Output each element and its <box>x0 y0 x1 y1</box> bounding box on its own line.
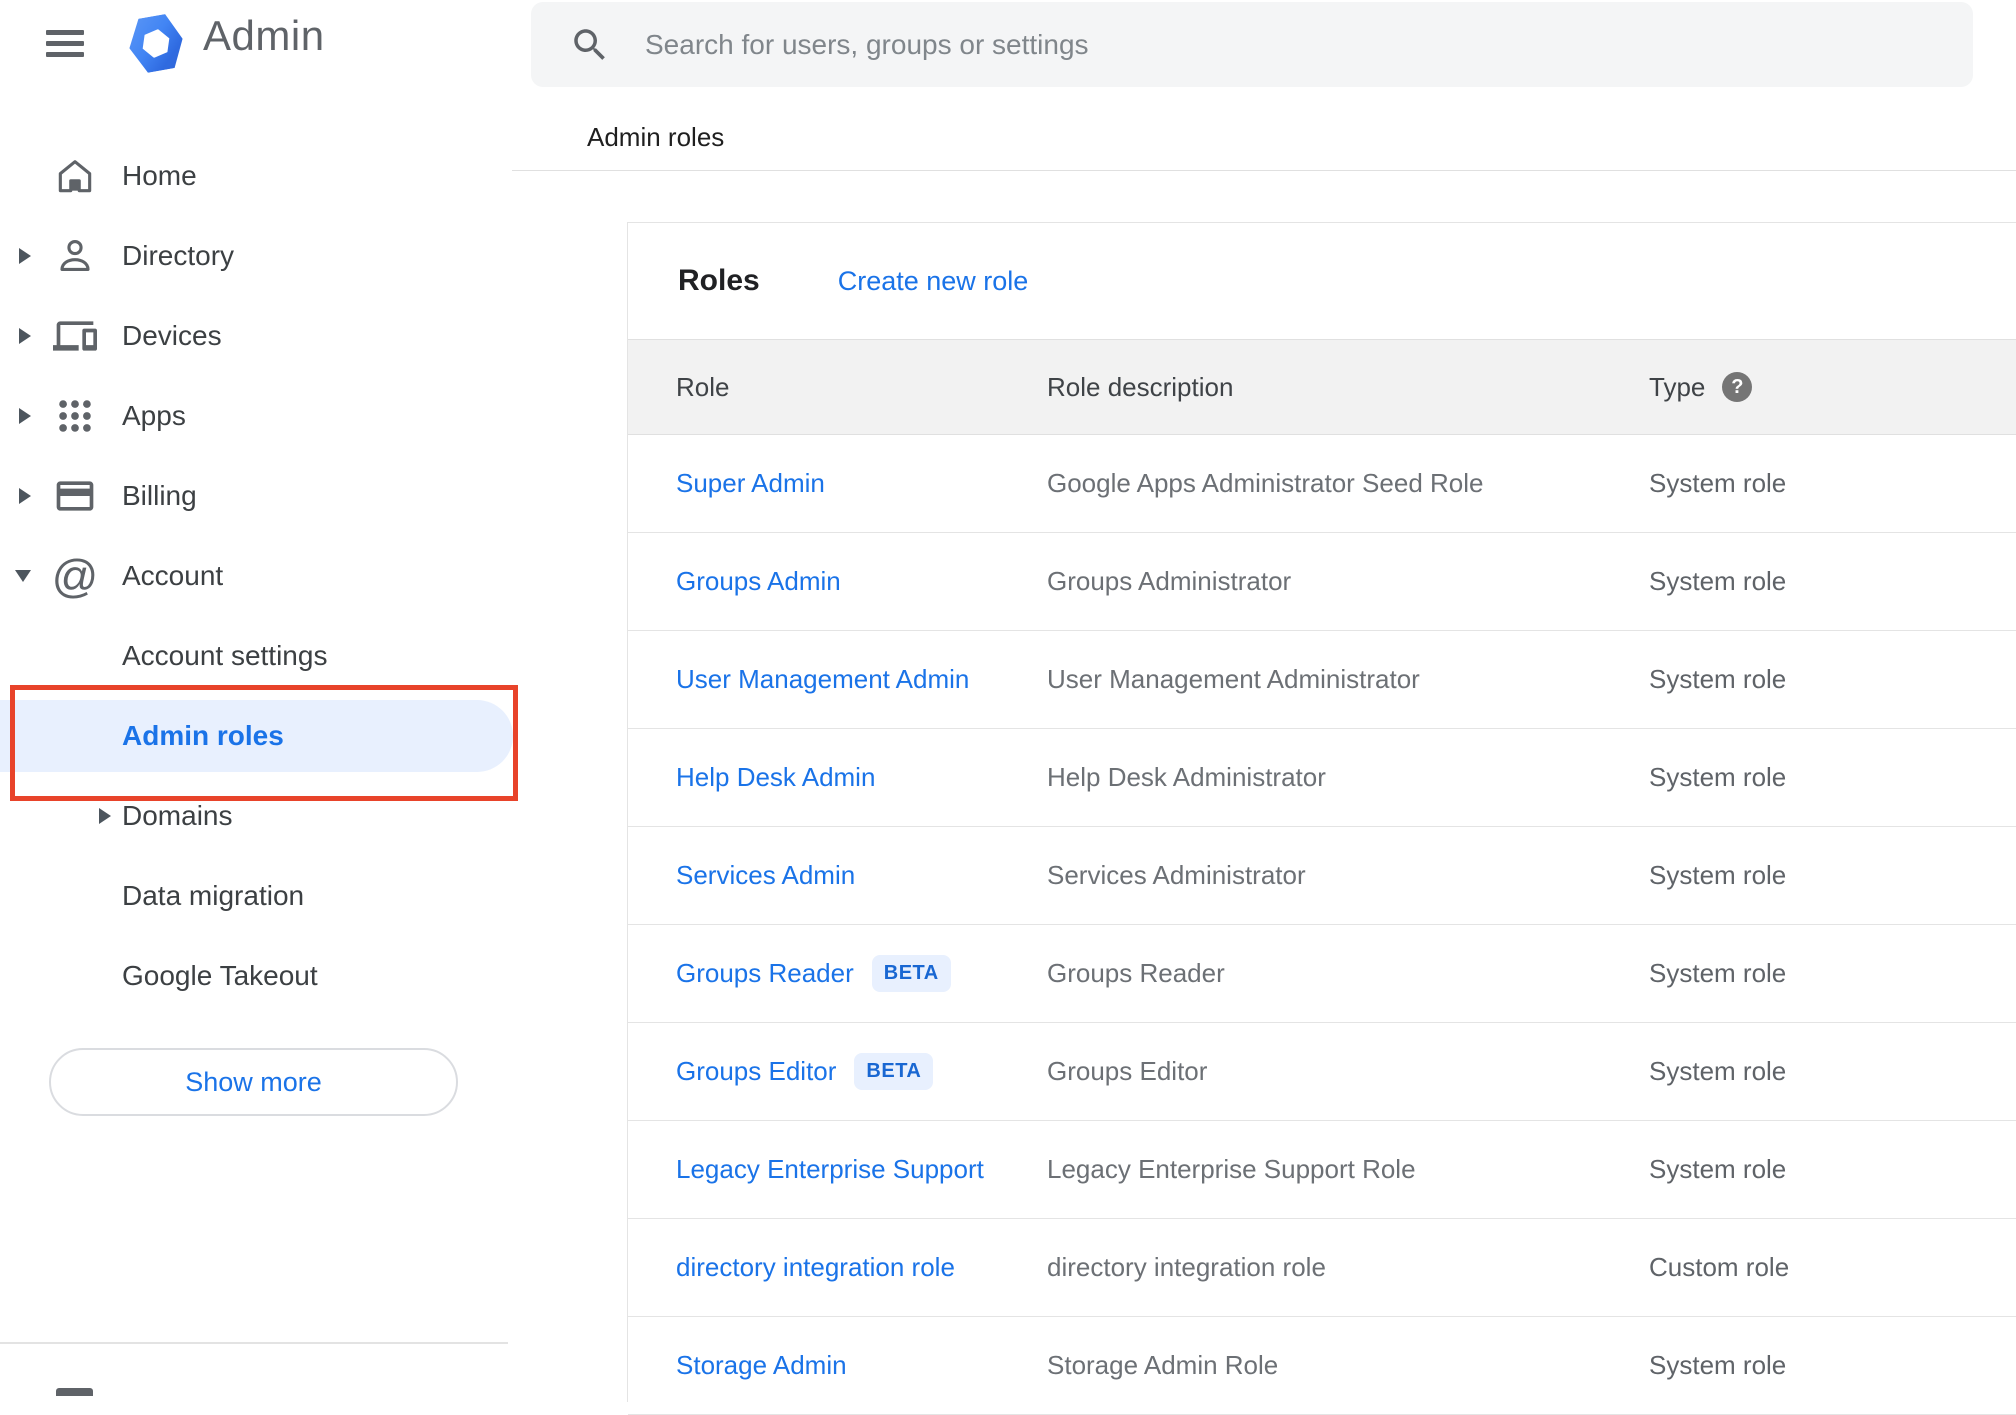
role-description: Help Desk Administrator <box>1047 762 1326 792</box>
app-title: Admin <box>203 12 325 59</box>
hamburger-menu-icon[interactable] <box>46 30 84 63</box>
sidebar-item-devices[interactable]: Devices <box>0 296 512 376</box>
role-type: System role <box>1649 762 1787 792</box>
table-row: Storage Admin Storage Admin Role System … <box>628 1317 2016 1415</box>
header-divider <box>512 170 2016 171</box>
role-description: Legacy Enterprise Support Role <box>1047 1154 1416 1184</box>
role-link[interactable]: Legacy Enterprise Support <box>676 1154 984 1185</box>
sidebar-item-apps[interactable]: Apps <box>0 376 512 456</box>
role-type: System role <box>1649 1154 1787 1184</box>
table-row: Groups Reader BETA Groups Reader System … <box>628 925 2016 1023</box>
search-bar[interactable] <box>531 2 1973 87</box>
role-description: Storage Admin Role <box>1047 1350 1279 1380</box>
table-header-row: Role Role description Type ? <box>628 339 2016 435</box>
table-row: Groups Admin Groups Administrator System… <box>628 533 2016 631</box>
role-link[interactable]: Services Admin <box>676 860 855 891</box>
beta-badge: BETA <box>871 955 951 992</box>
create-new-role-link[interactable]: Create new role <box>838 266 1029 297</box>
column-header-type: Type ? <box>1649 372 2016 403</box>
role-description: Services Administrator <box>1047 860 1306 890</box>
table-row: Groups Editor BETA Groups Editor System … <box>628 1023 2016 1121</box>
role-link[interactable]: Storage Admin <box>676 1350 847 1381</box>
sidebar-item-domains[interactable]: Domains <box>0 776 512 856</box>
roles-panel: Roles Create new role Role Role descript… <box>627 222 2016 1415</box>
sidebar-item-account-settings[interactable]: Account settings <box>0 616 512 696</box>
roles-title: Roles <box>678 264 760 297</box>
table-row: Help Desk Admin Help Desk Administrator … <box>628 729 2016 827</box>
sidebar-item-admin-roles[interactable]: Admin roles <box>0 696 513 776</box>
role-type: System role <box>1649 664 1787 694</box>
devices-icon <box>52 313 98 359</box>
sidebar-item-directory[interactable]: Directory <box>0 216 512 296</box>
role-link[interactable]: User Management Admin <box>676 664 969 695</box>
role-link[interactable]: Groups Reader <box>676 958 854 989</box>
expand-arrow-icon[interactable] <box>99 808 111 824</box>
sidebar-divider <box>0 1342 508 1344</box>
column-header-role: Role <box>676 371 730 402</box>
role-link[interactable]: Super Admin <box>676 468 825 499</box>
role-description: Groups Editor <box>1047 1056 1208 1086</box>
beta-badge: BETA <box>854 1053 934 1090</box>
role-description: directory integration role <box>1047 1252 1326 1282</box>
clipped-sidebar-icon <box>56 1388 93 1396</box>
role-link[interactable]: Groups Editor <box>676 1056 836 1087</box>
expand-arrow-icon[interactable] <box>19 328 31 344</box>
role-type: System role <box>1649 566 1787 596</box>
page-title: Admin roles <box>587 122 725 152</box>
expand-arrow-icon[interactable] <box>19 488 31 504</box>
search-input[interactable] <box>531 2 1973 87</box>
help-icon[interactable]: ? <box>1722 372 1753 402</box>
sidebar-item-home[interactable]: Home <box>0 136 512 216</box>
role-link[interactable]: directory integration role <box>676 1252 955 1283</box>
table-row: Legacy Enterprise Support Legacy Enterpr… <box>628 1121 2016 1219</box>
role-description: User Management Administrator <box>1047 664 1420 694</box>
collapse-arrow-icon[interactable] <box>15 570 31 582</box>
role-link[interactable]: Groups Admin <box>676 566 841 597</box>
role-type: System role <box>1649 958 1787 988</box>
table-row: User Management Admin User Management Ad… <box>628 631 2016 729</box>
roles-panel-header: Roles Create new role <box>628 223 2016 339</box>
google-admin-logo-icon <box>129 15 183 72</box>
role-type: System role <box>1649 1056 1787 1086</box>
sidebar-item-billing[interactable]: Billing <box>0 456 512 536</box>
expand-arrow-icon[interactable] <box>19 248 31 264</box>
role-type: Custom role <box>1649 1252 1790 1282</box>
home-icon <box>52 153 98 199</box>
role-type: System role <box>1649 860 1787 890</box>
person-icon <box>52 233 98 279</box>
column-header-description: Role description <box>1047 371 1234 402</box>
role-link[interactable]: Help Desk Admin <box>676 762 875 793</box>
table-row: Services Admin Services Administrator Sy… <box>628 827 2016 925</box>
apps-grid-icon <box>52 393 98 439</box>
table-row: Super Admin Google Apps Administrator Se… <box>628 435 2016 533</box>
credit-card-icon <box>52 473 98 519</box>
sidebar: Home Directory Devices Apps Billing @ Ac… <box>0 136 513 1016</box>
role-description: Groups Reader <box>1047 958 1225 988</box>
role-type: System role <box>1649 468 1787 498</box>
sidebar-item-google-takeout[interactable]: Google Takeout <box>0 936 512 1016</box>
sidebar-item-data-migration[interactable]: Data migration <box>0 856 512 936</box>
role-type: System role <box>1649 1350 1787 1380</box>
at-sign-icon: @ <box>51 550 99 602</box>
table-row: directory integration role directory int… <box>628 1219 2016 1317</box>
role-description: Groups Administrator <box>1047 566 1292 596</box>
sidebar-item-account[interactable]: @ Account <box>0 536 512 616</box>
show-more-button[interactable]: Show more <box>49 1048 458 1116</box>
role-description: Google Apps Administrator Seed Role <box>1047 468 1484 498</box>
expand-arrow-icon[interactable] <box>19 408 31 424</box>
